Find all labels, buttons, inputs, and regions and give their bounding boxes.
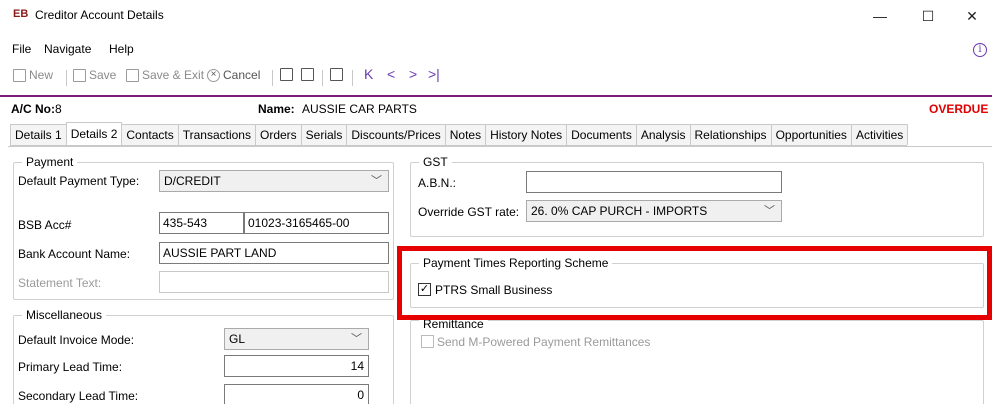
bank-account-name-label: Bank Account Name: — [18, 247, 131, 261]
calendar-button[interactable] — [330, 68, 343, 81]
toolbar: New Save Save & Exit × Cancel K < > >| — [0, 66, 992, 90]
tab-activities[interactable]: Activities — [850, 124, 909, 145]
tab-relationships[interactable]: Relationships — [689, 124, 772, 145]
account-number-label: A/C No: — [11, 102, 55, 116]
first-record-button[interactable]: K — [364, 66, 373, 82]
delete-button[interactable] — [280, 68, 293, 81]
save-exit-icon — [126, 68, 139, 82]
tab-notes[interactable]: Notes — [444, 124, 487, 145]
toolbar-divider — [352, 70, 353, 86]
tab-documents[interactable]: Documents — [566, 124, 637, 145]
new-document-icon — [13, 68, 26, 82]
tab-serials[interactable]: Serials — [300, 124, 348, 145]
menu-navigate[interactable]: Navigate — [44, 42, 91, 56]
account-number-field[interactable]: 01023-3165465-00 — [244, 212, 389, 234]
default-invoice-mode-value: GL — [229, 332, 246, 346]
statement-text-field[interactable] — [159, 271, 389, 293]
send-remittances-label: Send M-Powered Payment Remittances — [437, 335, 651, 349]
minimize-button[interactable]: — — [860, 4, 900, 28]
status-badge: OVERDUE — [929, 102, 989, 116]
account-number-value: 8 — [55, 102, 62, 116]
override-gst-rate-select[interactable]: 26. 0% CAP PURCH - IMPORTS ﹀ — [526, 200, 782, 222]
tab-history-notes[interactable]: History Notes — [485, 124, 568, 145]
secondary-lead-time-field[interactable]: 0 — [224, 384, 369, 404]
tab-transactions[interactable]: Transactions — [177, 124, 256, 145]
menu-file[interactable]: File — [12, 42, 31, 56]
calendar-icon — [330, 68, 343, 81]
tab-discounts-prices[interactable]: Discounts/Prices — [346, 124, 446, 145]
trash-icon — [280, 68, 293, 81]
tab-details-1[interactable]: Details 1 — [10, 124, 67, 145]
tab-details-2[interactable]: Details 2 — [65, 122, 123, 145]
save-button[interactable]: Save — [73, 68, 116, 82]
cancel-icon: × — [207, 68, 220, 82]
next-record-button[interactable]: > — [409, 66, 417, 82]
bank-account-name-field[interactable]: AUSSIE PART LAND — [159, 242, 389, 264]
override-gst-rate-label: Override GST rate: — [418, 205, 520, 219]
tab-strip: Details 1 Details 2 Contacts Transactions Or… — [10, 122, 909, 146]
abn-field[interactable] — [526, 171, 782, 193]
tab-contacts[interactable]: Contacts — [121, 124, 179, 145]
print-button[interactable] — [301, 68, 314, 81]
abn-label: A.B.N.: — [418, 176, 457, 190]
override-gst-rate-value: 26. 0% CAP PURCH - IMPORTS — [531, 204, 708, 218]
maximize-button[interactable]: ☐ — [908, 4, 948, 28]
save-icon — [73, 68, 86, 82]
payment-group-title: Payment — [22, 155, 78, 169]
tab-analysis[interactable]: Analysis — [635, 124, 691, 145]
previous-record-button[interactable]: < — [387, 66, 395, 82]
chevron-down-icon: ﹀ — [764, 205, 775, 217]
bsb-label: BSB Acc# — [18, 218, 72, 232]
send-remittances-checkbox[interactable] — [421, 335, 434, 348]
chevron-down-icon: ﹀ — [371, 175, 382, 187]
new-button[interactable]: New — [13, 68, 53, 82]
default-invoice-mode-label: Default Invoice Mode: — [18, 333, 135, 347]
default-invoice-mode-select[interactable]: GL ﹀ — [224, 328, 369, 350]
app-logo-icon: EB — [13, 8, 29, 20]
account-name-label: Name: — [258, 102, 295, 116]
window-title: Creditor Account Details — [35, 8, 164, 22]
save-label: Save — [89, 68, 117, 82]
menu-help[interactable]: Help — [109, 42, 134, 56]
last-record-button[interactable]: >| — [428, 66, 440, 82]
tab-opportunities[interactable]: Opportunities — [770, 124, 852, 145]
highlight-box — [397, 246, 992, 320]
close-button[interactable]: ✕ — [952, 4, 992, 28]
account-header: A/C No: 8 Name: AUSSIE CAR PARTS OVERDUE — [0, 97, 992, 121]
save-exit-button[interactable]: Save & Exit — [126, 68, 204, 82]
statement-text-label: Statement Text: — [18, 276, 102, 290]
chevron-down-icon: ﹀ — [351, 333, 362, 345]
secondary-lead-time-label: Secondary Lead Time: — [18, 389, 139, 403]
cancel-button[interactable]: × Cancel — [207, 68, 260, 82]
save-exit-label: Save & Exit — [142, 68, 205, 82]
primary-lead-time-label: Primary Lead Time: — [18, 360, 123, 374]
printer-icon — [301, 68, 314, 81]
info-icon[interactable]: i — [973, 43, 987, 57]
default-payment-type-value: D/CREDIT — [164, 174, 221, 188]
primary-lead-time-field[interactable]: 14 — [224, 355, 369, 377]
default-payment-type-select[interactable]: D/CREDIT ﹀ — [159, 170, 389, 192]
new-label: New — [29, 68, 54, 82]
title-bar: EB Creditor Account Details — ☐ ✕ — [0, 0, 992, 34]
toolbar-divider — [66, 70, 67, 86]
gst-group-title: GST — [419, 155, 452, 169]
miscellaneous-group-title: Miscellaneous — [22, 308, 107, 322]
remittance-group: Remittance — [410, 317, 984, 404]
toolbar-divider — [272, 70, 273, 86]
cancel-label: Cancel — [223, 68, 261, 82]
bsb-field[interactable]: 435-543 — [159, 212, 244, 234]
tab-orders[interactable]: Orders — [254, 124, 302, 145]
toolbar-divider — [322, 70, 323, 86]
account-name-value: AUSSIE CAR PARTS — [302, 102, 417, 116]
default-payment-type-label: Default Payment Type: — [18, 174, 140, 188]
